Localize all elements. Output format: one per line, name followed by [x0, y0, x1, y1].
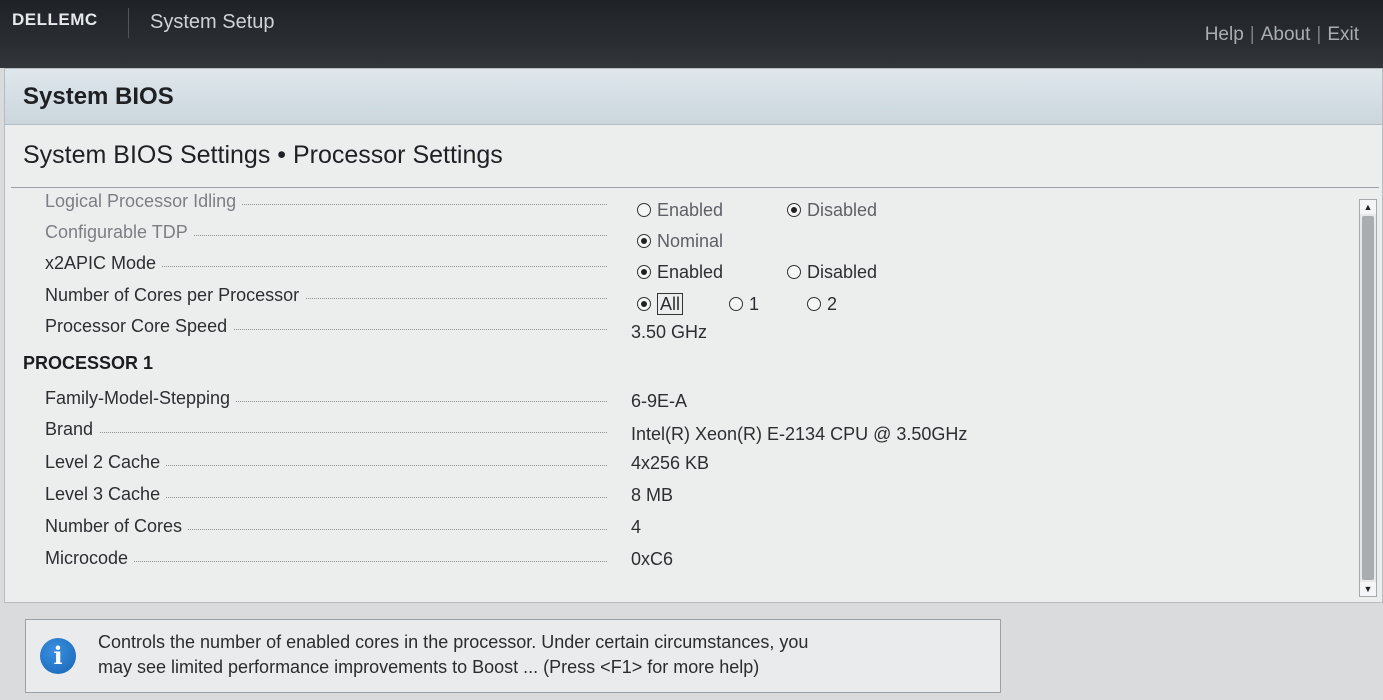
info-value: 8 MB	[631, 485, 674, 505]
setting-row-logical-processor-idling: Logical Processor Idling Enabled Disable…	[5, 189, 1355, 220]
info-value: 6-9E-A	[631, 391, 688, 411]
setting-label: Processor Core Speed	[45, 316, 234, 336]
exit-link[interactable]: Exit	[1327, 24, 1359, 45]
info-label: Level 2 Cache	[45, 452, 167, 472]
radio-cores-1[interactable]: 1	[729, 294, 759, 315]
info-row-level3-cache: Level 3 Cache 8 MB	[5, 482, 1355, 510]
info-icon: i	[40, 638, 76, 674]
radio-x2apic-enabled[interactable]: Enabled	[637, 262, 723, 283]
header-divider	[128, 8, 129, 38]
setting-row-configurable-tdp: Configurable TDP Nominal	[5, 220, 1355, 251]
info-label: Number of Cores	[45, 516, 189, 536]
info-label: Level 3 Cache	[45, 484, 167, 504]
top-bar: DELLEMC System Setup Help | About | Exit	[0, 0, 1383, 68]
setting-row-cores-per-processor: Number of Cores per Processor All 1 2	[5, 283, 1355, 315]
section-bar: System BIOS	[5, 69, 1382, 125]
info-row-family-model-stepping: Family-Model-Stepping 6-9E-A	[5, 386, 1355, 414]
vertical-scrollbar[interactable]: ▲ ▼	[1359, 199, 1377, 597]
help-text: Controls the number of enabled cores in …	[98, 630, 988, 680]
radio-logical-idling-enabled[interactable]: Enabled	[637, 200, 723, 221]
radio-off-icon	[787, 265, 801, 279]
help-line-2: may see limited performance improvements…	[98, 657, 760, 677]
dell-emc-logo: DELLEMC	[12, 10, 98, 29]
info-row-level2-cache: Level 2 Cache 4x256 KB	[5, 450, 1355, 478]
section-title: System BIOS	[23, 83, 174, 110]
info-label: Family-Model-Stepping	[45, 388, 237, 408]
info-label: Microcode	[45, 548, 135, 568]
info-value: Intel(R) Xeon(R) E-2134 CPU @ 3.50GHz	[631, 424, 968, 444]
setting-label: Number of Cores per Processor	[45, 285, 306, 305]
help-line-1: Controls the number of enabled cores in …	[98, 632, 809, 652]
radio-on-icon	[637, 297, 651, 311]
radio-cores-all[interactable]: All	[637, 293, 684, 315]
radio-on-icon	[637, 234, 651, 248]
radio-on-icon	[787, 203, 801, 217]
help-box: i Controls the number of enabled cores i…	[25, 619, 1001, 693]
info-value: 4x256 KB	[631, 453, 710, 473]
page-title: System BIOS Settings • Processor Setting…	[23, 141, 503, 169]
setting-row-x2apic-mode: x2APIC Mode Enabled Disabled	[5, 251, 1355, 282]
info-label: Brand	[45, 419, 100, 439]
help-link[interactable]: Help	[1205, 24, 1244, 45]
app-title: System Setup	[150, 11, 275, 33]
info-row-microcode: Microcode 0xC6	[5, 546, 1355, 574]
setting-label: Logical Processor Idling	[45, 191, 243, 211]
info-row-brand: Brand Intel(R) Xeon(R) E-2134 CPU @ 3.50…	[5, 417, 1355, 445]
processor-heading: PROCESSOR 1	[23, 353, 154, 373]
main-panel: System BIOS System BIOS Settings • Proce…	[4, 68, 1383, 603]
setting-row-core-speed: Processor Core Speed 3.50 GHz	[5, 314, 1355, 342]
info-value: 4	[631, 517, 642, 537]
scroll-thumb[interactable]	[1362, 216, 1374, 580]
radio-off-icon	[729, 297, 743, 311]
radio-off-icon	[637, 203, 651, 217]
radio-on-icon	[637, 265, 651, 279]
radio-logical-idling-disabled[interactable]: Disabled	[787, 200, 877, 221]
header-links: Help | About | Exit	[1204, 24, 1359, 45]
radio-x2apic-disabled[interactable]: Disabled	[787, 262, 877, 283]
scroll-down-arrow-icon[interactable]: ▼	[1360, 582, 1376, 596]
about-link[interactable]: About	[1261, 24, 1311, 45]
radio-off-icon	[807, 297, 821, 311]
setting-value: 3.50 GHz	[631, 322, 708, 342]
scroll-up-arrow-icon[interactable]: ▲	[1360, 200, 1376, 214]
info-row-number-of-cores: Number of Cores 4	[5, 514, 1355, 542]
info-value: 0xC6	[631, 549, 674, 569]
setting-label: Configurable TDP	[45, 222, 194, 242]
setting-label: x2APIC Mode	[45, 253, 163, 273]
radio-cores-2[interactable]: 2	[807, 294, 837, 315]
radio-tdp-nominal[interactable]: Nominal	[637, 231, 723, 252]
title-divider	[11, 187, 1379, 188]
